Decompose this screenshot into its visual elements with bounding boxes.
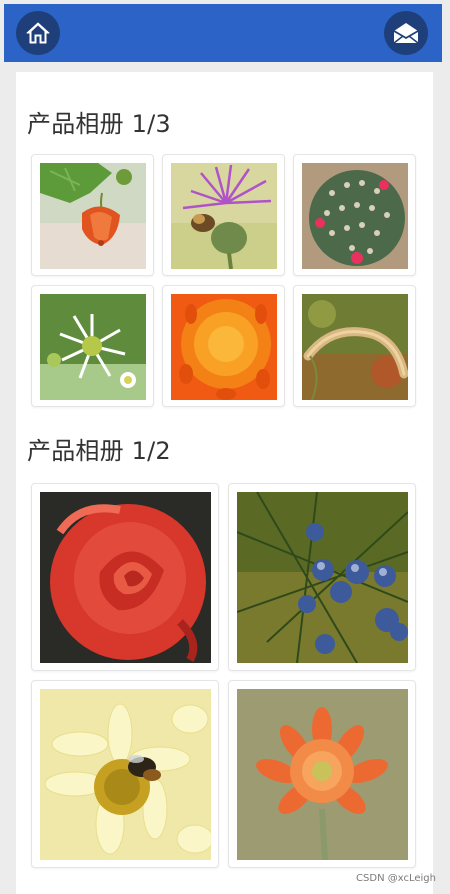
top-bar bbox=[4, 4, 442, 62]
content-card: 产品相册 1/3 产品相册 1/2 bbox=[16, 72, 433, 894]
photo-cactus bbox=[302, 163, 408, 269]
gallery-thumb[interactable] bbox=[228, 483, 416, 671]
gallery-thumb[interactable] bbox=[162, 285, 285, 407]
photo-yellow-chrysanthemum-bee bbox=[40, 689, 211, 860]
mail-button[interactable] bbox=[384, 11, 428, 55]
photo-foxtail-grass bbox=[302, 294, 408, 400]
home-icon bbox=[26, 22, 50, 44]
photo-thistle-bee bbox=[171, 163, 277, 269]
photo-orange-lantern-flower bbox=[40, 163, 146, 269]
gallery-thumb[interactable] bbox=[293, 154, 416, 276]
home-button[interactable] bbox=[16, 11, 60, 55]
gallery-thumb[interactable] bbox=[162, 154, 285, 276]
gallery-thumb[interactable] bbox=[31, 285, 154, 407]
gallery-thumb[interactable] bbox=[293, 285, 416, 407]
gallery-thumb[interactable] bbox=[31, 483, 219, 671]
photo-orange-dahlia bbox=[171, 294, 277, 400]
photo-juniper-berries bbox=[237, 492, 408, 663]
gallery-thumb[interactable] bbox=[31, 154, 154, 276]
envelope-icon bbox=[393, 23, 419, 44]
photo-orange-chrysanthemum bbox=[237, 689, 408, 860]
photo-red-rose bbox=[40, 492, 211, 663]
watermark: CSDN @xcLeigh bbox=[356, 873, 436, 884]
gallery-thumb[interactable] bbox=[31, 680, 219, 868]
gallery-thumb[interactable] bbox=[228, 680, 416, 868]
photo-white-daisies bbox=[40, 294, 146, 400]
section-title-2: 产品相册 1/2 bbox=[27, 437, 171, 465]
section-title-1: 产品相册 1/3 bbox=[27, 110, 171, 138]
